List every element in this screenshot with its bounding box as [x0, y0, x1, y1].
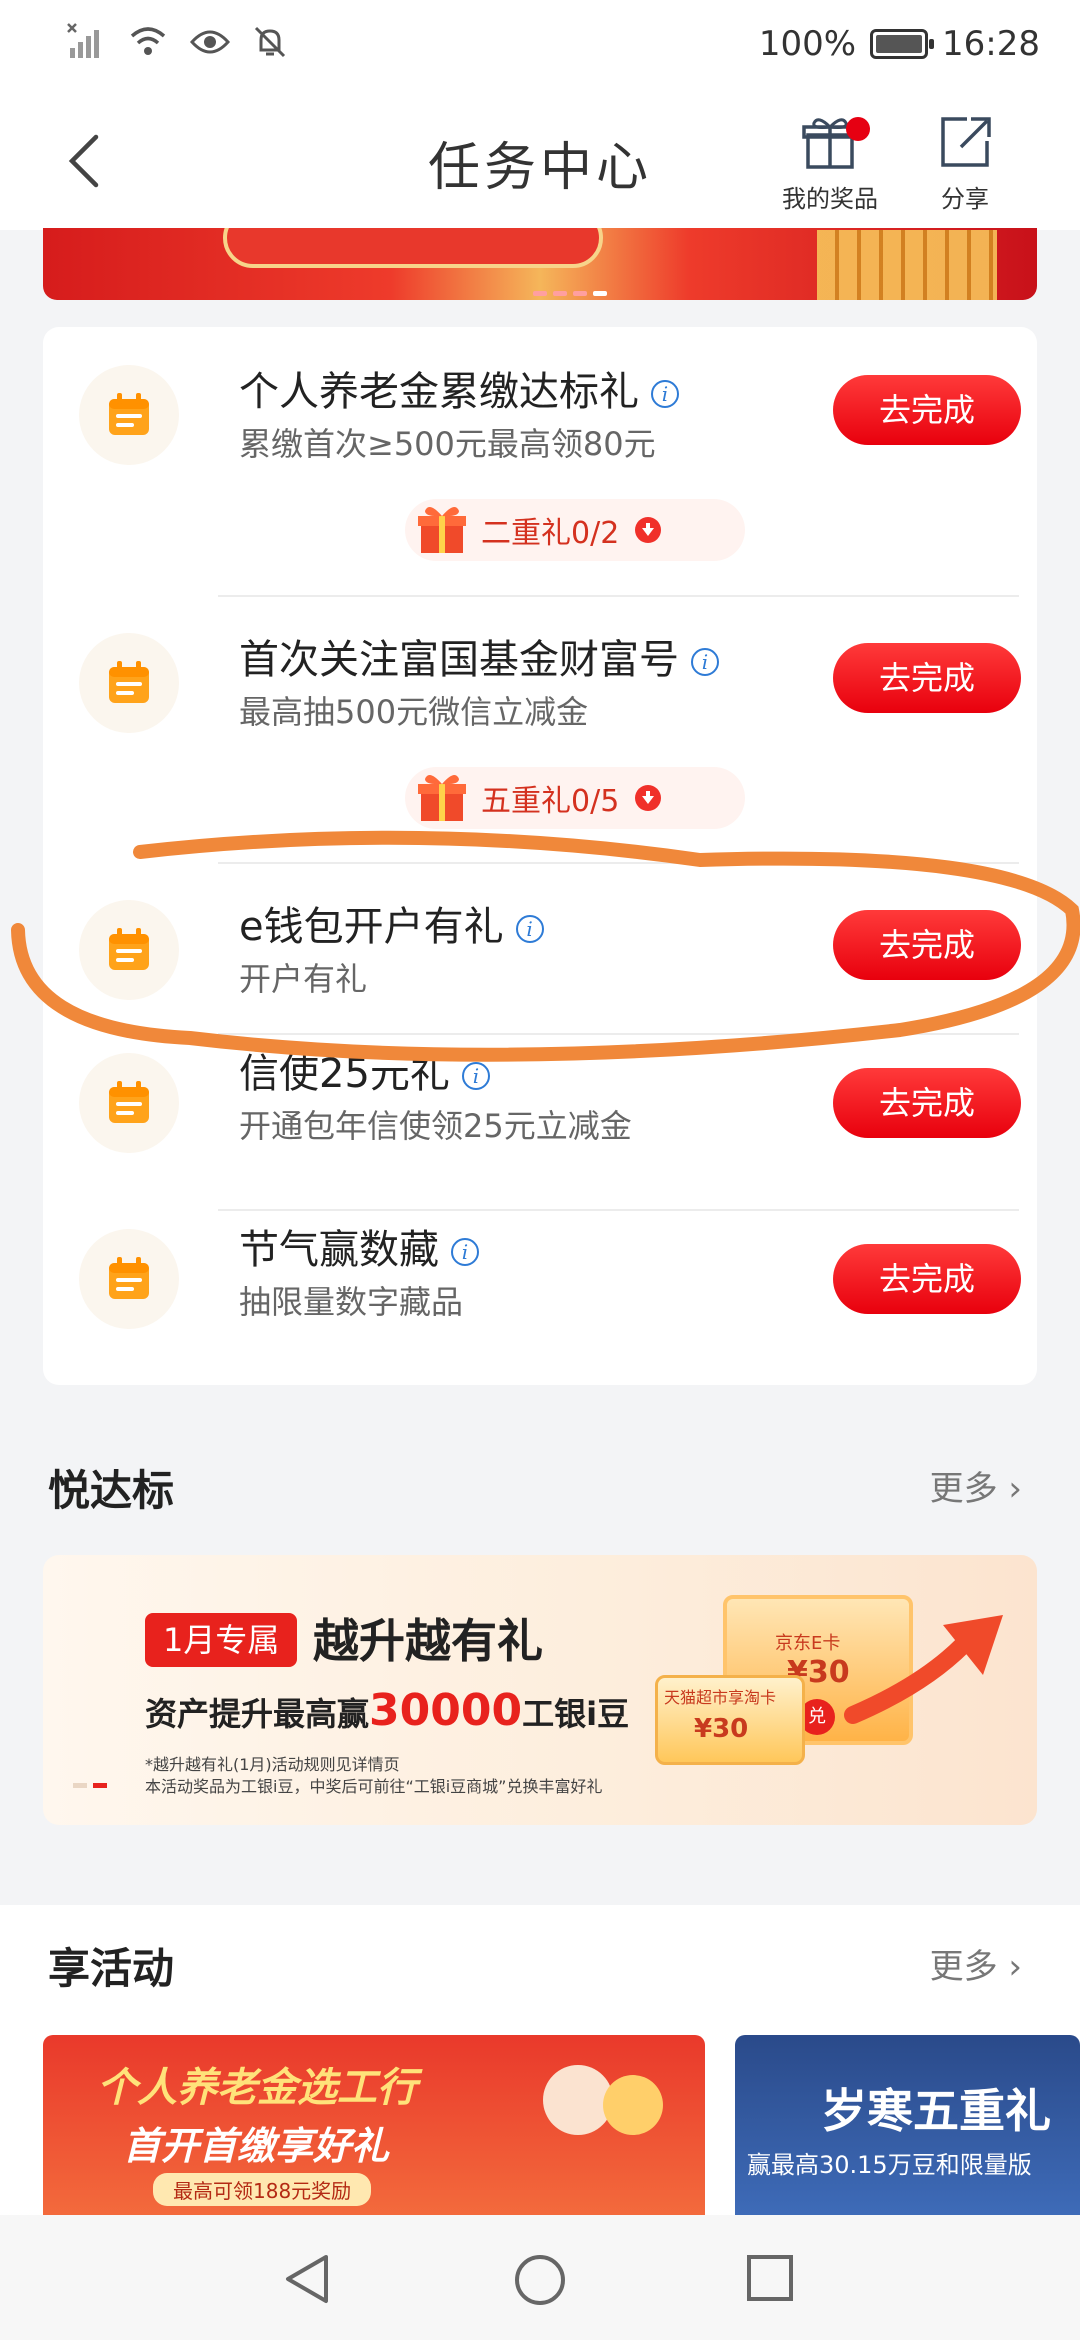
- info-icon[interactable]: i: [651, 380, 679, 408]
- chevron-right-icon: ›: [1008, 1947, 1022, 1987]
- yuedabiao-banner[interactable]: 1月专属 越升越有礼 资产提升最高赢30000工银i豆 *越升越有礼(1月)活动…: [43, 1555, 1037, 1825]
- card-label: 京东E卡: [775, 1633, 841, 1654]
- nav-back-icon[interactable]: [282, 2253, 332, 2305]
- task-title: 首次关注富国基金财富号 i: [239, 627, 719, 685]
- divider: [218, 1209, 1019, 1211]
- mute-bell-icon: [254, 26, 286, 58]
- gift-tier-label: 五重礼0/5: [481, 784, 620, 819]
- chevron-down-icon: [635, 517, 662, 543]
- gift-tier-label: 二重礼0/2: [481, 516, 620, 551]
- banner-subheadline: 资产提升最高赢30000工银i豆: [145, 1685, 630, 1736]
- complete-task-button[interactable]: 去完成: [833, 643, 1021, 713]
- complete-task-button[interactable]: 去完成: [833, 1244, 1021, 1314]
- share-button[interactable]: 分享: [905, 115, 1025, 214]
- banner-note: *越升越有礼(1月)活动规则见详情页: [145, 1755, 400, 1774]
- activity-title: 个人养老金选工行: [97, 2065, 417, 2111]
- section-header-activity: 享活动 更多 ›: [0, 1905, 1080, 2035]
- divider: [218, 862, 1019, 864]
- share-label: 分享: [941, 185, 989, 213]
- section-title: 享活动: [48, 1944, 175, 1993]
- divider: [218, 1033, 1019, 1035]
- gift-icon: [418, 775, 466, 821]
- banner-tag: 1月专属: [145, 1613, 298, 1667]
- info-icon[interactable]: i: [691, 648, 719, 676]
- task-subtitle: 开通包年信使领25元立减金: [239, 1107, 632, 1145]
- task-subtitle: 最高抽500元微信立减金: [239, 693, 589, 731]
- clock: 16:28: [942, 24, 1040, 64]
- app-header: 任务中心 我的奖品 分享: [0, 95, 1080, 230]
- wifi-icon: [130, 27, 166, 55]
- activity-subtitle: 赢最高30.15万豆和限量版: [747, 2151, 1032, 2179]
- task-title: 个人养老金累缴达标礼 i: [239, 359, 679, 417]
- activity-card-winter[interactable]: 岁寒五重礼 赢最高30.15万豆和限量版: [735, 2035, 1080, 2215]
- my-prizes-button[interactable]: 我的奖品: [770, 115, 890, 214]
- rising-arrow-icon: [844, 1615, 1003, 1724]
- card-label: 天猫超市享淘卡: [664, 1688, 777, 1707]
- more-link[interactable]: 更多 ›: [930, 1461, 1022, 1510]
- carousel-dots: [73, 1783, 107, 1788]
- activity-subtitle: 首开首缴享好礼: [123, 2124, 390, 2168]
- notification-dot: [846, 117, 870, 141]
- calendar-icon: [79, 1053, 179, 1153]
- calendar-icon: [79, 365, 179, 465]
- my-prizes-label: 我的奖品: [782, 185, 878, 213]
- system-nav-bar: [0, 2215, 1080, 2340]
- gift-tier-badge[interactable]: 五重礼0/5: [405, 767, 745, 829]
- activity-title: 岁寒五重礼: [821, 2084, 1051, 2138]
- banner-note: 本活动奖品为工银i豆，中奖后可前往“工银i豆商城”兑换丰富好礼: [145, 1777, 603, 1796]
- calendar-icon: [79, 900, 179, 1000]
- activity-note: 最高可领188元奖励: [153, 2173, 372, 2206]
- chevron-down-icon: [635, 785, 662, 811]
- info-icon[interactable]: i: [461, 1062, 490, 1090]
- activity-card-pension[interactable]: 个人养老金选工行 首开首缴享好礼 最高可领188元奖励: [43, 2035, 705, 2215]
- battery-icon: [870, 29, 935, 59]
- character-illustration: [603, 2075, 663, 2135]
- complete-task-button[interactable]: 去完成: [833, 910, 1021, 980]
- prize-card: 天猫超市享淘卡 ¥30: [655, 1675, 805, 1765]
- banner-decoration: [817, 230, 997, 300]
- task-list-card: 个人养老金累缴达标礼 i 累缴首次≥500元最高领80元 去完成 二重礼0/2 首…: [43, 327, 1037, 1385]
- battery-percent: 100%: [758, 24, 857, 64]
- banner-headline: 越升越有礼: [313, 1614, 543, 1668]
- task-subtitle: 抽限量数字藏品: [239, 1283, 464, 1321]
- info-icon[interactable]: i: [515, 915, 544, 943]
- complete-task-button[interactable]: 去完成: [833, 1068, 1021, 1138]
- card-value: ¥30: [694, 1714, 749, 1744]
- calendar-icon: [79, 633, 179, 733]
- section-header-yuedabiao: 悦达标 更多 ›: [0, 1435, 1080, 1545]
- divider: [218, 595, 1019, 597]
- complete-task-button[interactable]: 去完成: [833, 375, 1021, 445]
- calendar-icon: [79, 1229, 179, 1329]
- nav-home-icon[interactable]: [513, 2253, 567, 2307]
- more-link[interactable]: 更多 ›: [930, 1939, 1022, 1988]
- carousel-dots: [533, 291, 607, 296]
- task-subtitle: 累缴首次≥500元最高领80元: [239, 425, 656, 463]
- gift-tier-badge[interactable]: 二重礼0/2: [405, 499, 745, 561]
- gift-icon: [418, 507, 466, 553]
- signal-icon: [67, 23, 99, 58]
- share-icon: [941, 117, 991, 167]
- nav-recents-icon[interactable]: [745, 2253, 795, 2303]
- section-title: 悦达标: [48, 1466, 175, 1515]
- chevron-right-icon: ›: [1008, 1469, 1022, 1509]
- task-title: e钱包开户有礼 i: [239, 894, 544, 952]
- banner-chip: [223, 228, 603, 268]
- info-icon[interactable]: i: [451, 1238, 479, 1266]
- task-subtitle: 开户有礼: [239, 960, 368, 998]
- status-bar: 100% 16:28: [0, 0, 1080, 95]
- task-title: 节气赢数藏 i: [239, 1217, 479, 1275]
- eye-icon: [190, 30, 230, 54]
- task-title: 信使25元礼 i: [239, 1041, 490, 1099]
- promo-banner-carousel[interactable]: [43, 228, 1037, 300]
